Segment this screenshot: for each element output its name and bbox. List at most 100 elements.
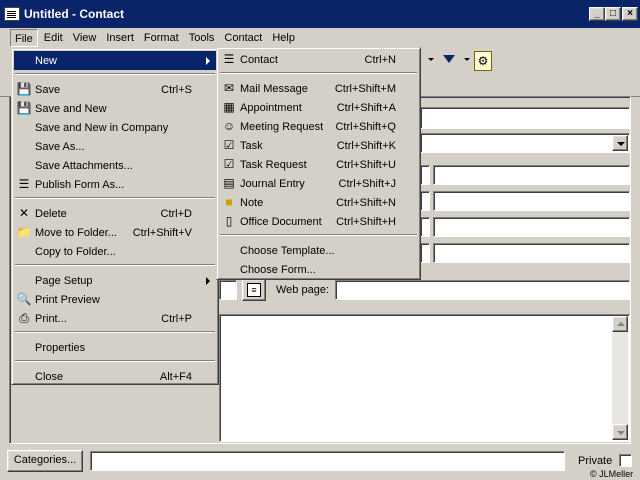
phone-field-2[interactable] (433, 191, 630, 211)
menu-insert[interactable]: Insert (102, 29, 138, 47)
menu-format[interactable]: Format (140, 29, 183, 47)
file-menu-item-properties[interactable]: Properties (14, 338, 216, 357)
menu-item-label: New (35, 54, 58, 67)
file-menu-item-copy-to-folder[interactable]: Copy to Folder... (14, 242, 216, 261)
menu-separator (220, 234, 417, 236)
new-menu-item-appointment[interactable]: ▦ Appointment Ctrl+Shift+A (219, 98, 418, 117)
file-menu-item-publish-form-as[interactable]: ☰ Publish Form As... (14, 175, 216, 194)
menu-item-label: Journal Entry (240, 177, 305, 190)
save-new-icon: 💾 (16, 101, 32, 115)
new-menu-item-note[interactable]: ■ Note Ctrl+Shift+N (219, 193, 418, 212)
menu-item-shortcut: Ctrl+Shift+J (338, 177, 396, 190)
phone-field-edge[interactable] (420, 243, 430, 263)
menu-item-label: Save As... (35, 140, 85, 153)
file-menu-item-delete[interactable]: ✕ Delete Ctrl+D (14, 204, 216, 223)
new-menu-item-task-request[interactable]: ☑ Task Request Ctrl+Shift+U (219, 155, 418, 174)
print-icon: ⎙ (19, 311, 29, 325)
menu-file[interactable]: File (10, 29, 38, 47)
phone-field-4[interactable] (433, 243, 630, 263)
menu-item-shortcut: Ctrl+P (161, 312, 192, 325)
dropdown-arrow-icon[interactable] (428, 58, 434, 61)
categories-button[interactable]: Categories... (7, 450, 83, 472)
file-menu-item-move-to-folder[interactable]: 📁 Move to Folder... Ctrl+Shift+V (14, 223, 216, 242)
next-item-icon[interactable] (443, 55, 455, 63)
menu-separator (220, 72, 417, 74)
menu-view[interactable]: View (69, 29, 101, 47)
new-menu-item-choose-form[interactable]: Choose Form... (219, 260, 418, 279)
file-menu-item-save-as[interactable]: Save As... (14, 137, 216, 156)
menu-item-shortcut: Ctrl+D (160, 207, 192, 220)
task-icon: ☑ (223, 138, 235, 152)
menu-item-label: Task (240, 139, 263, 152)
address-book-icon[interactable]: ⚙ (474, 51, 492, 71)
menu-item-shortcut: Ctrl+Shift+Q (335, 120, 396, 133)
phone-field-3[interactable] (433, 217, 630, 237)
new-menu-item-office-document[interactable]: ▯ Office Document Ctrl+Shift+H (219, 212, 418, 231)
web-page-button[interactable]: ≡ (242, 279, 266, 301)
maximize-button[interactable]: □ (605, 7, 621, 21)
save-icon: 💾 (16, 82, 32, 96)
web-page-field[interactable] (335, 280, 630, 300)
categories-field[interactable] (90, 451, 565, 471)
menu-item-label: Task Request (240, 158, 307, 171)
address-field-edge[interactable] (219, 280, 237, 300)
file-menu-item-page-setup[interactable]: Page Setup (14, 271, 216, 290)
menu-item-label: Choose Template... (240, 244, 335, 257)
phone-field-edge[interactable] (420, 165, 430, 185)
menu-item-label: Move to Folder... (35, 226, 117, 239)
file-menu: New 💾 Save Ctrl+S 💾 Save and New Save and New … (11, 48, 219, 385)
menu-item-label: Save and New in Company (35, 121, 169, 134)
menu-edit[interactable]: Edit (40, 29, 67, 47)
menu-item-label: Office Document (240, 215, 322, 228)
dropdown-arrow-icon[interactable] (464, 58, 470, 61)
menu-item-shortcut: Ctrl+Shift+M (334, 82, 396, 95)
file-menu-item-print[interactable]: ⎙ Print... Ctrl+P (14, 309, 216, 328)
menu-item-shortcut: Ctrl+Shift+N (336, 196, 396, 209)
menu-item-shortcut: Ctrl+Shift+U (336, 158, 396, 171)
new-menu-item-mail-message[interactable]: ✉ Mail Message Ctrl+Shift+M (219, 79, 418, 98)
phone-field-edge[interactable] (420, 191, 430, 211)
menu-separator (15, 331, 215, 333)
notes-scrollbar[interactable] (612, 316, 628, 440)
credit-text: © JLMeller (590, 469, 634, 479)
menu-item-label: Publish Form As... (35, 178, 125, 191)
chevron-up-icon (617, 322, 625, 326)
new-menu-item-journal-entry[interactable]: ▤ Journal Entry Ctrl+Shift+J (219, 174, 418, 193)
menu-help[interactable]: Help (268, 29, 299, 47)
close-button[interactable]: × (622, 7, 638, 21)
file-menu-item-close[interactable]: Close Alt+F4 (14, 367, 216, 386)
file-as-dropdown-button[interactable] (612, 135, 628, 151)
move-folder-icon: 📁 (16, 225, 32, 239)
full-name-field[interactable] (420, 107, 630, 129)
menu-separator (15, 73, 215, 75)
file-menu-item-print-preview[interactable]: 🔍 Print Preview (14, 290, 216, 309)
file-menu-item-save[interactable]: 💾 Save Ctrl+S (14, 80, 216, 99)
menu-item-label: Save and New (35, 102, 107, 115)
private-checkbox[interactable] (619, 454, 632, 467)
menu-contact[interactable]: Contact (220, 29, 266, 47)
phone-field-edge[interactable] (420, 217, 430, 237)
menu-item-label: Close (35, 370, 64, 383)
menu-item-label: Save (35, 83, 61, 96)
menu-tools[interactable]: Tools (185, 29, 219, 47)
notes-area[interactable] (219, 314, 630, 442)
new-menu-item-choose-template[interactable]: Choose Template... (219, 241, 418, 260)
file-menu-item-save-and-new[interactable]: 💾 Save and New (14, 99, 216, 118)
mail-message-icon: ✉ (223, 81, 235, 95)
file-as-field[interactable] (420, 133, 630, 153)
publish-form-icon: ☰ (18, 177, 30, 191)
menu-item-label: Contact (240, 53, 278, 66)
scroll-up-button[interactable] (612, 316, 628, 332)
new-menu-item-meeting-request[interactable]: ☺ Meeting Request Ctrl+Shift+Q (219, 117, 418, 136)
file-menu-item-new[interactable]: New (14, 51, 216, 70)
contact-icon: ☰ (223, 52, 235, 66)
file-menu-item-save-and-new-in-company[interactable]: Save and New in Company (14, 118, 216, 137)
minimize-button[interactable]: _ (589, 7, 605, 21)
menu-item-shortcut: Ctrl+Shift+H (336, 215, 396, 228)
scroll-down-button[interactable] (612, 424, 628, 440)
menu-item-shortcut: Ctrl+Shift+V (132, 226, 192, 239)
new-menu-item-contact[interactable]: ☰ Contact Ctrl+N (219, 50, 418, 69)
new-menu-item-task[interactable]: ☑ Task Ctrl+Shift+K (219, 136, 418, 155)
file-menu-item-save-attachments[interactable]: Save Attachments... (14, 156, 216, 175)
phone-field-1[interactable] (433, 165, 630, 185)
